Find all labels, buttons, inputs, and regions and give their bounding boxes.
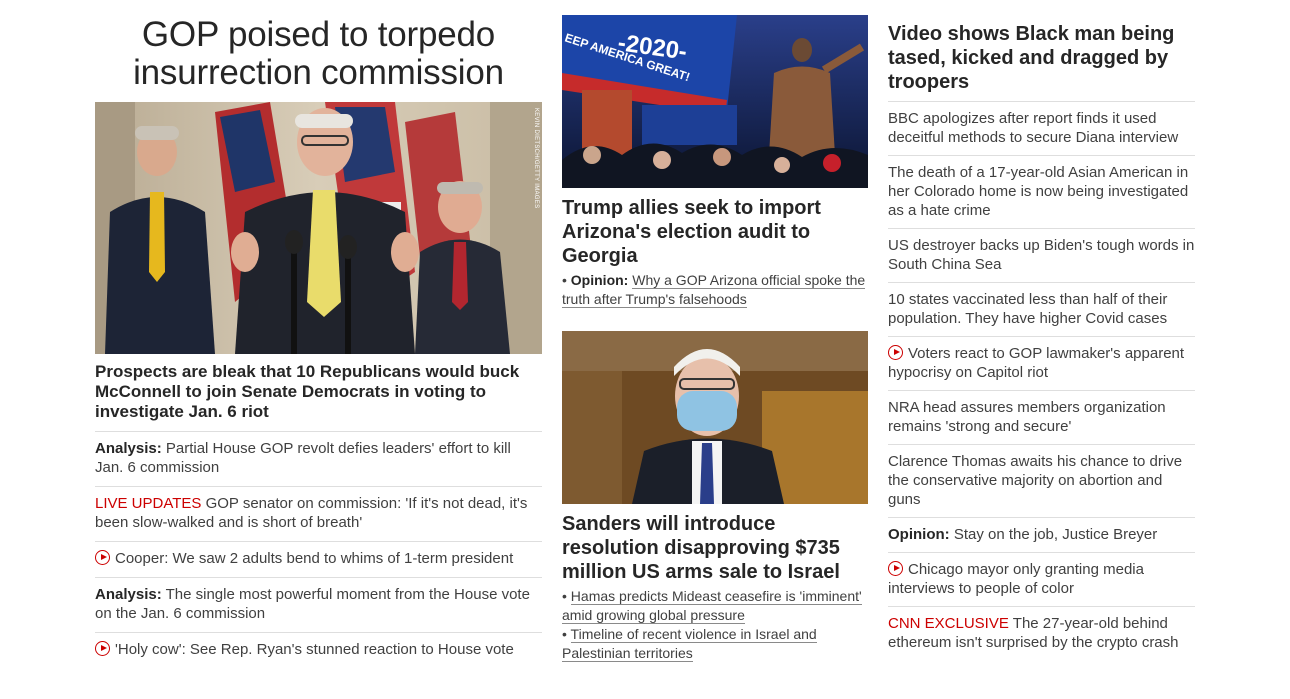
list-item[interactable]: Opinion: Stay on the job, Justice Breyer [888, 517, 1195, 552]
trump-rally-photo[interactable]: -2020- EEP AMERICA GREAT! [562, 15, 868, 188]
list-item[interactable]: 'Holy cow': See Rep. Ryan's stunned reac… [95, 632, 542, 668]
item-text: Chicago mayor only granting media interv… [888, 561, 1144, 597]
list-item[interactable]: LIVE UPDATES GOP senator on commission: … [95, 486, 542, 541]
analysis-tag: Analysis: [95, 586, 162, 603]
list-item[interactable]: Analysis: Partial House GOP revolt defie… [95, 431, 542, 486]
list-item[interactable]: Analysis: The single most powerful momen… [95, 577, 542, 632]
story-headline[interactable]: Sanders will introduce resolution disapp… [562, 512, 868, 584]
item-text: Stay on the job, Justice Breyer [953, 526, 1158, 543]
main-headline[interactable]: GOP poised to torpedo insurrection commi… [95, 16, 542, 92]
list-item[interactable]: Cooper: We saw 2 adults bend to whims of… [95, 541, 542, 577]
list-item[interactable]: Clarence Thomas awaits his chance to dri… [888, 444, 1195, 517]
item-text: The death of a 17-year-old Asian America… [888, 164, 1189, 219]
opinion-tag: Opinion: [888, 526, 950, 543]
play-icon [888, 345, 903, 360]
analysis-tag: Analysis: [95, 440, 162, 457]
list-item[interactable]: Voters react to GOP lawmaker's apparent … [888, 336, 1195, 390]
bullet-link[interactable]: • Timeline of recent violence in Israel … [562, 625, 868, 663]
mcconnell-photo[interactable]: KEVIN DIETSCH/GETTY IMAGES [95, 102, 542, 354]
photo-credit: KEVIN DIETSCH/GETTY IMAGES [533, 108, 539, 209]
list-item[interactable]: BBC apologizes after report finds it use… [888, 101, 1195, 155]
sanders-photo[interactable] [562, 331, 868, 504]
item-text: BBC apologizes after report finds it use… [888, 110, 1179, 146]
item-text: Cooper: We saw 2 adults bend to whims of… [115, 550, 514, 567]
play-icon [888, 561, 903, 576]
play-icon [95, 550, 110, 565]
play-icon [95, 641, 110, 656]
item-text: Voters react to GOP lawmaker's apparent … [888, 345, 1185, 381]
item-text: Clarence Thomas awaits his chance to dri… [888, 453, 1183, 508]
list-item[interactable]: NRA head assures members organization re… [888, 390, 1195, 444]
story-headline[interactable]: Trump allies seek to import Arizona's el… [562, 196, 868, 268]
section-headline[interactable]: Video shows Black man being tased, kicke… [888, 22, 1195, 101]
bullet-link[interactable]: • Hamas predicts Mideast ceasefire is 'i… [562, 587, 868, 625]
sub-link-text: Timeline of recent violence in Israel an… [562, 626, 817, 662]
bullet: • [562, 588, 567, 604]
item-text: NRA head assures members organization re… [888, 399, 1166, 435]
list-item[interactable]: The death of a 17-year-old Asian America… [888, 155, 1195, 228]
list-item[interactable]: Chicago mayor only granting media interv… [888, 552, 1195, 606]
bullet: • [562, 272, 567, 288]
opinion-link[interactable]: • Opinion: Why a GOP Arizona official sp… [562, 271, 868, 309]
list-item[interactable]: US destroyer backs up Biden's tough word… [888, 228, 1195, 282]
lead-story[interactable]: Prospects are bleak that 10 Republicans … [95, 362, 542, 431]
sub-link-text: Hamas predicts Mideast ceasefire is 'imm… [562, 588, 862, 624]
list-item[interactable]: 10 states vaccinated less than half of t… [888, 282, 1195, 336]
left-column: GOP poised to torpedo insurrection commi… [95, 0, 542, 668]
list-item[interactable]: CNN EXCLUSIVE The 27-year-old behind eth… [888, 606, 1195, 660]
middle-column: -2020- EEP AMERICA GREAT! Trump allies s… [562, 0, 868, 663]
exclusive-tag: CNN EXCLUSIVE [888, 615, 1009, 632]
live-updates-tag: LIVE UPDATES [95, 495, 202, 512]
right-column: Video shows Black man being tased, kicke… [888, 0, 1195, 660]
item-text: 'Holy cow': See Rep. Ryan's stunned reac… [115, 641, 514, 658]
bullet: • [562, 626, 567, 642]
opinion-tag: Opinion: [570, 272, 629, 288]
item-text: US destroyer backs up Biden's tough word… [888, 237, 1195, 273]
item-text: 10 states vaccinated less than half of t… [888, 291, 1168, 327]
